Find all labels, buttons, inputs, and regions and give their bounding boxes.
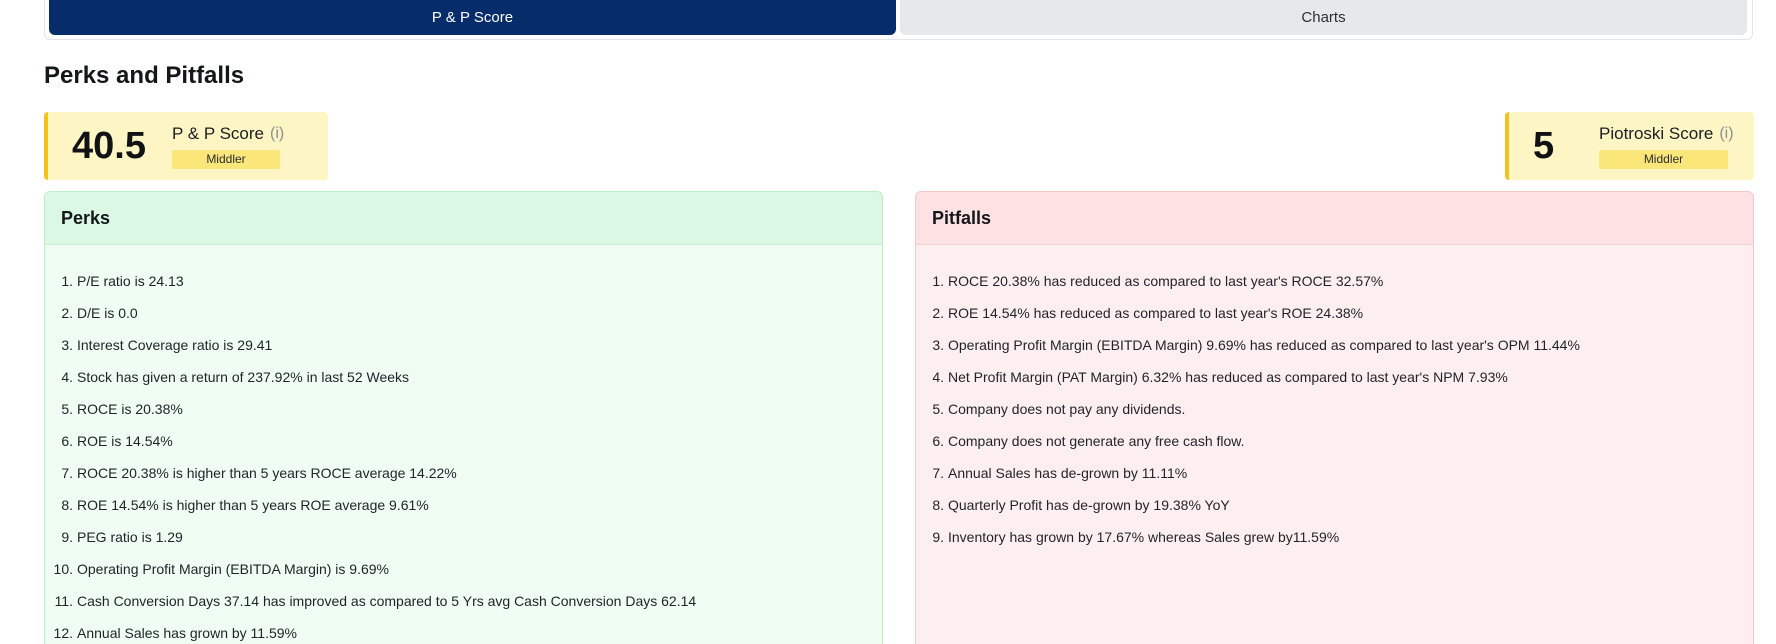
list-item-text: Interest Coverage ratio is 29.41 [77,337,273,353]
list-item: 3. Interest Coverage ratio is 29.41 [45,329,882,361]
list-item-number: 6. [61,433,73,449]
piotroski-score-label: Piotroski Score [1599,123,1714,143]
tab-bar: P & P Score Charts [44,0,1753,40]
list-item-number: 9. [61,529,73,545]
piotroski-score-value: 5 [1533,124,1555,167]
tab-charts[interactable]: Charts [900,0,1747,35]
list-item-text: ROCE is 20.38% [77,401,183,417]
list-item: 6. Company does not generate any free cas… [916,425,1753,457]
list-item: 4. Stock has given a return of 237.92% in… [45,361,882,393]
pp-score-card: 40.5 P & P Score (i) Middler [44,112,328,180]
list-item: 12. Annual Sales has grown by 11.59% [45,617,882,644]
pp-score-badge: Middler [172,149,280,169]
pp-score-label: P & P Score [172,123,264,143]
list-item-text: PEG ratio is 1.29 [77,529,183,545]
info-icon[interactable]: (i) [270,125,284,143]
list-item: 5. ROCE is 20.38% [45,393,882,425]
list-item-number: 5. [932,401,944,417]
pitfalls-title: Pitfalls [916,192,1753,245]
list-item-number: 5. [61,401,73,417]
piotroski-score-badge: Middler [1599,149,1728,169]
list-item-text: Operating Profit Margin (EBITDA Margin) … [77,561,390,577]
list-item-text: P/E ratio is 24.13 [77,273,184,289]
piotroski-score-meta: Piotroski Score (i) Middler [1599,124,1734,169]
list-item-number: 3. [61,337,73,353]
list-item: 4. Net Profit Margin (PAT Margin) 6.32% h… [916,361,1753,393]
list-item: 5. Company does not pay any dividends. [916,393,1753,425]
list-item-number: 6. [932,433,944,449]
perks-title: Perks [45,192,882,245]
info-icon[interactable]: (i) [1719,125,1733,143]
list-item-number: 7. [932,465,944,481]
perks-list: 1. P/E ratio is 24.13 2. D/E is 0.0 3. Inte… [45,245,882,644]
perks-panel: Perks 1. P/E ratio is 24.13 2. D/E is 0.0 … [44,191,883,644]
list-item-number: 10. [53,561,73,577]
pitfalls-list: 1. ROCE 20.38% has reduced as compared to… [916,245,1753,553]
page-title: Perks and Pitfalls [44,62,245,89]
list-item-number: 7. [61,465,73,481]
list-item-text: D/E is 0.0 [77,305,138,321]
list-item-number: 4. [932,369,944,385]
list-item: 2. ROE 14.54% has reduced as compared to … [916,297,1753,329]
list-item: 8. Quarterly Profit has de-grown by 19.38… [916,489,1753,521]
list-item: 8. ROE 14.54% is higher than 5 years ROE … [45,489,882,521]
list-item-text: ROCE 20.38% has reduced as compared to l… [948,273,1384,289]
piotroski-score-card: 5 Piotroski Score (i) Middler [1505,112,1754,180]
list-item-number: 11. [54,593,73,609]
list-item: 1. P/E ratio is 24.13 [45,265,882,297]
pp-score-meta: P & P Score (i) Middler [172,124,284,169]
list-item-number: 2. [61,305,73,321]
list-item-text: Stock has given a return of 237.92% in l… [77,369,410,385]
list-item-number: 8. [932,497,944,513]
pp-score-label-row: P & P Score (i) [172,124,284,144]
list-item: 7. ROCE 20.38% is higher than 5 years ROC… [45,457,882,489]
list-item-number: 2. [932,305,944,321]
list-item-number: 3. [932,337,944,353]
list-item-text: Annual Sales has de-grown by 11.11% [948,465,1188,481]
list-item: 3. Operating Profit Margin (EBITDA Margin… [916,329,1753,361]
list-item-text: Quarterly Profit has de-grown by 19.38% … [948,497,1230,513]
list-item-text: Company does not pay any dividends. [948,401,1186,417]
list-item: 7. Annual Sales has de-grown by 11.11% [916,457,1753,489]
list-item: 10. Operating Profit Margin (EBITDA Margi… [45,553,882,585]
list-item: 9. Inventory has grown by 17.67% whereas … [916,521,1753,553]
list-item: 9. PEG ratio is 1.29 [45,521,882,553]
list-item-text: Operating Profit Margin (EBITDA Margin) … [948,337,1580,353]
list-item-number: 1. [61,273,73,289]
list-item-number: 12. [53,625,73,641]
piotroski-score-label-row: Piotroski Score (i) [1599,124,1734,144]
list-item: 2. D/E is 0.0 [45,297,882,329]
list-item: 6. ROE is 14.54% [45,425,882,457]
list-item-text: ROCE 20.38% is higher than 5 years ROCE … [77,465,457,481]
list-item-text: ROE 14.54% is higher than 5 years ROE av… [77,497,429,513]
pp-score-value: 40.5 [72,124,146,167]
list-item-text: ROE is 14.54% [77,433,173,449]
list-item: 11. Cash Conversion Days 37.14 has improv… [45,585,882,617]
list-item-number: 4. [61,369,73,385]
list-item: 1. ROCE 20.38% has reduced as compared to… [916,265,1753,297]
list-item-text: Company does not generate any free cash … [948,433,1245,449]
list-item-text: Net Profit Margin (PAT Margin) 6.32% has… [948,369,1508,385]
tab-pp-score[interactable]: P & P Score [49,0,896,35]
list-item-text: Inventory has grown by 17.67% whereas Sa… [948,529,1340,545]
pitfalls-panel: Pitfalls 1. ROCE 20.38% has reduced as co… [915,191,1754,644]
list-item-text: Annual Sales has grown by 11.59% [77,625,297,641]
list-item-text: Cash Conversion Days 37.14 has improved … [77,593,697,609]
list-item-number: 9. [932,529,944,545]
list-item-number: 1. [932,273,944,289]
list-item-number: 8. [61,497,73,513]
list-item-text: ROE 14.54% has reduced as compared to la… [948,305,1364,321]
